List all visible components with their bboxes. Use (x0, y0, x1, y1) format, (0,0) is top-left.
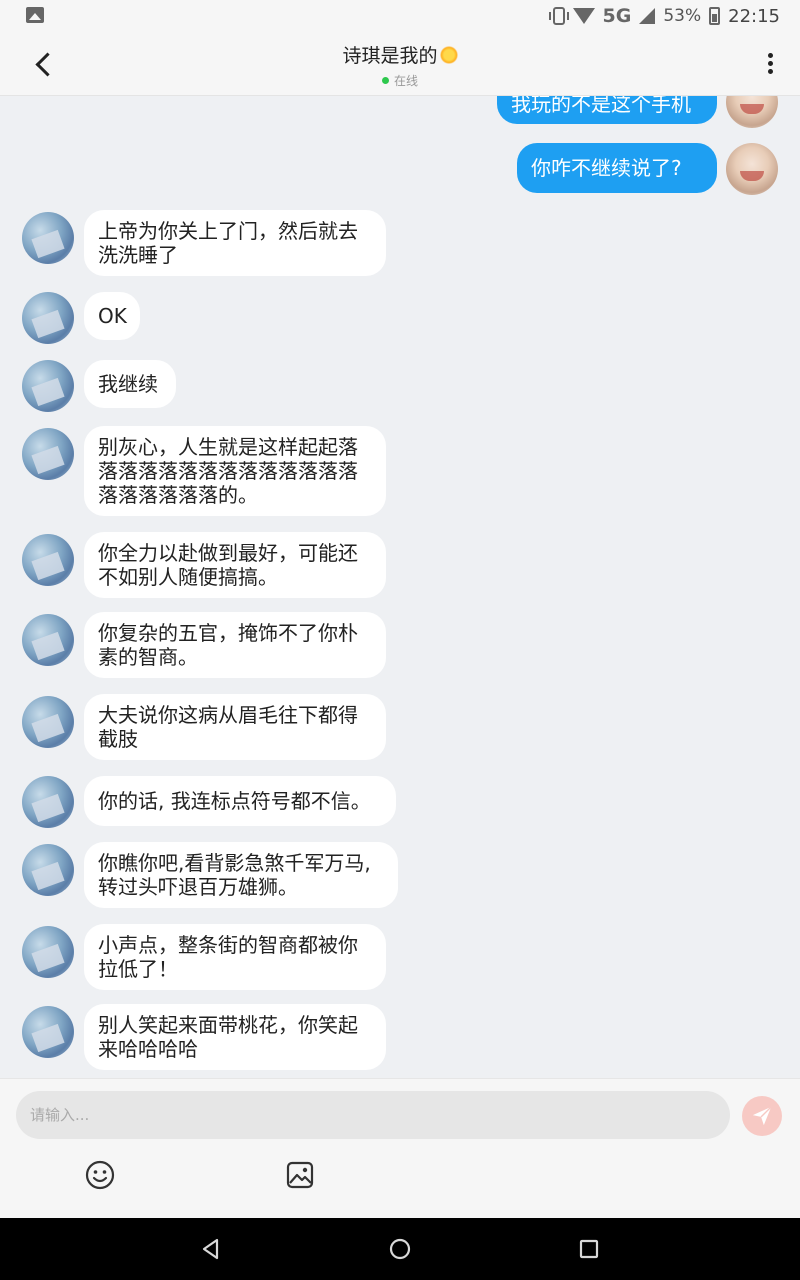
message-bubble-in[interactable]: 别灰心，人生就是这样起起落落落落落落落落落落落落落落落落落落落落的。 (84, 426, 386, 516)
nav-home-icon[interactable] (387, 1236, 413, 1262)
message-bubble-in[interactable]: 你复杂的五官，掩饰不了你朴素的智商。 (84, 612, 386, 678)
battery-percent: 53% (663, 6, 702, 26)
nav-back-icon[interactable] (198, 1236, 224, 1262)
image-button[interactable] (284, 1159, 316, 1191)
my-avatar[interactable] (726, 96, 778, 128)
contact-avatar[interactable] (22, 212, 74, 264)
message-bubble-out[interactable]: 你咋不继续说了? (517, 143, 717, 193)
message-bubble-in[interactable]: 你全力以赴做到最好，可能还不如别人随便搞搞。 (84, 532, 386, 598)
contact-avatar[interactable] (22, 614, 74, 666)
message-bubble-in[interactable]: 上帝为你关上了门，然后就去洗洗睡了 (84, 210, 386, 276)
image-icon (286, 1161, 314, 1189)
more-icon[interactable] (760, 50, 780, 80)
gallery-notification-icon (26, 7, 44, 23)
chat-header: 诗琪是我的 在线 (0, 32, 800, 96)
message-input[interactable] (16, 1091, 730, 1139)
chat-title: 诗琪是我的 (342, 45, 438, 67)
contact-avatar[interactable] (22, 1006, 74, 1058)
contact-avatar[interactable] (22, 844, 74, 896)
status-bar: 5G 53% 22:15 (0, 0, 800, 32)
vibrate-icon (548, 7, 569, 25)
emoji-icon (85, 1160, 115, 1190)
message-bubble-out[interactable]: 我玩的不是这个手机 (497, 96, 717, 124)
chat-title-area: 诗琪是我的 在线 (0, 41, 800, 89)
contact-avatar[interactable] (22, 926, 74, 978)
battery-icon (709, 7, 721, 25)
wifi-icon (572, 8, 595, 24)
system-nav-bar (0, 1218, 800, 1280)
emoji-button[interactable] (84, 1159, 116, 1191)
message-bubble-in[interactable]: 别人笑起来面带桃花，你笑起来哈哈哈哈 (84, 1004, 386, 1070)
composer (0, 1078, 800, 1218)
contact-avatar[interactable] (22, 696, 74, 748)
status-bar-right: 5G 53% 22:15 (548, 5, 780, 27)
message-bubble-in[interactable]: 小声点，整条街的智商都被你拉低了！ (84, 924, 386, 990)
message-bubble-in[interactable]: 你的话, 我连标点符号都不信。 (84, 776, 396, 826)
my-avatar[interactable] (726, 143, 778, 195)
signal-icon (639, 8, 656, 24)
clock: 22:15 (728, 5, 780, 27)
contact-avatar[interactable] (22, 292, 74, 344)
network-type: 5G (602, 5, 632, 27)
contact-avatar[interactable] (22, 776, 74, 828)
contact-avatar[interactable] (22, 534, 74, 586)
send-icon (752, 1106, 772, 1126)
message-bubble-in[interactable]: 你瞧你吧,看背影急煞千军万马,转过头吓退百万雄狮。 (84, 842, 398, 908)
send-button[interactable] (742, 1096, 782, 1136)
nav-recents-icon[interactable] (576, 1236, 602, 1262)
sun-emoji-icon (439, 46, 458, 64)
message-bubble-in[interactable]: OK (84, 292, 140, 340)
message-bubble-in[interactable]: 我继续 (84, 360, 176, 408)
online-dot-icon (381, 77, 389, 84)
message-list[interactable]: 我玩的不是这个手机 你咋不继续说了? 上帝为你关上了门，然后就去洗洗睡了 OK … (0, 96, 800, 1078)
contact-avatar[interactable] (22, 428, 74, 480)
online-status: 在线 (393, 74, 418, 88)
contact-avatar[interactable] (22, 360, 74, 412)
message-bubble-in[interactable]: 大夫说你这病从眉毛往下都得截肢 (84, 694, 386, 760)
